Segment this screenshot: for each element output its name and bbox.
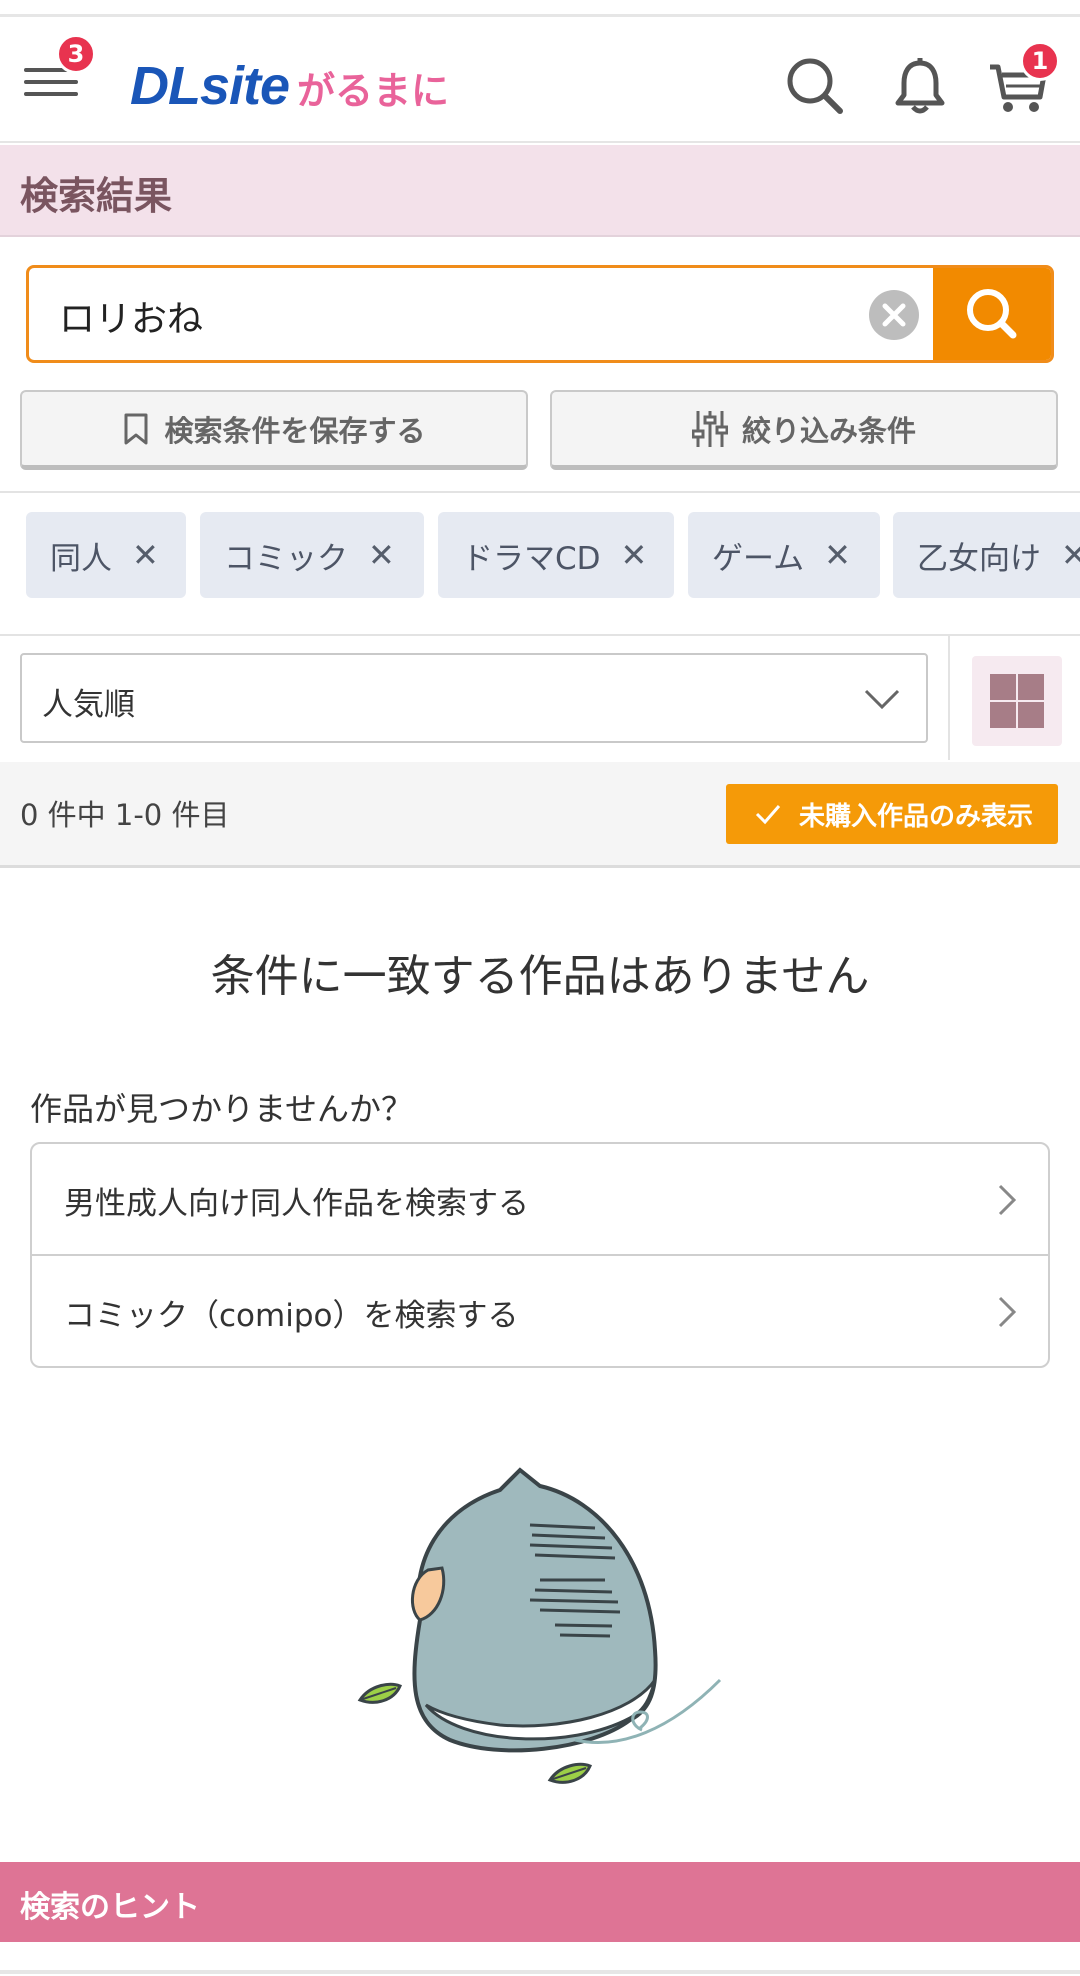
not-found-question: 作品が見つかりませんか？ — [30, 1090, 414, 1128]
page-title: 検索結果 — [20, 174, 173, 218]
check-icon — [755, 805, 781, 825]
site-logo[interactable]: DLsite がるまに — [130, 55, 450, 116]
refine-button[interactable]: 絞り込み条件 — [550, 390, 1058, 470]
chip-label: ドラマCD — [462, 540, 601, 577]
remove-chip-icon[interactable]: ✕ — [132, 536, 159, 574]
bell-icon[interactable] — [888, 55, 952, 119]
refine-label: 絞り込み条件 — [741, 413, 916, 448]
suggest-link-comipo[interactable]: コミック（comipo）を検索する — [32, 1256, 1048, 1366]
remove-chip-icon[interactable]: ✕ — [368, 536, 395, 574]
suggest-link-label: コミック（comipo）を検索する — [64, 1298, 519, 1334]
filter-chip-otome[interactable]: 乙女向け ✕ — [893, 512, 1080, 598]
remove-chip-icon[interactable]: ✕ — [621, 536, 648, 574]
sort-select[interactable]: 人気順 — [20, 653, 928, 743]
menu-notification-badge: 3 — [56, 34, 96, 74]
sort-selected-value: 人気順 — [42, 687, 135, 723]
search-hint-header: 検索のヒント — [0, 1862, 1080, 1942]
unpurchased-only-label: 未購入作品のみ表示 — [798, 801, 1033, 832]
result-count: 0 件中 1-0 件目 — [20, 798, 230, 832]
close-icon — [882, 303, 906, 327]
search-icon — [967, 289, 1017, 339]
grid-view-button[interactable] — [972, 656, 1062, 746]
remove-chip-icon[interactable]: ✕ — [824, 536, 851, 574]
search-icon[interactable] — [784, 55, 848, 119]
save-search-label: 検索条件を保存する — [164, 413, 426, 448]
search-input[interactable]: ロリおね — [59, 290, 203, 342]
filter-chip-game[interactable]: ゲーム ✕ — [688, 512, 880, 598]
divider — [0, 634, 1080, 636]
bottom-divider — [0, 1970, 1080, 1974]
logo-sub-text: がるまに — [297, 69, 450, 113]
filter-chip-comic[interactable]: コミック ✕ — [200, 512, 424, 598]
menu-button[interactable]: 3 — [24, 34, 96, 102]
search-hint-title: 検索のヒント — [20, 1890, 200, 1925]
search-field[interactable]: ロリおね — [26, 265, 1054, 363]
chip-label: ゲーム — [712, 540, 805, 577]
app-header: 3 DLsite がるまに 1 — [0, 17, 1080, 143]
page-title-bar: 検索結果 — [0, 145, 1080, 237]
owl-mascot-illustration — [357, 1467, 722, 1784]
filter-chip-drama-cd[interactable]: ドラマCD ✕ — [438, 512, 674, 598]
unpurchased-only-toggle[interactable]: 未購入作品のみ表示 — [726, 784, 1058, 844]
cart-icon[interactable]: 1 — [986, 41, 1060, 119]
chevron-down-icon — [864, 689, 900, 710]
active-filter-chips: 同人 ✕ コミック ✕ ドラマCD ✕ ゲーム ✕ 乙女向け ✕ — [0, 510, 1080, 602]
cart-count-badge: 1 — [1020, 41, 1060, 81]
suggest-link-label: 男性成人向け同人作品を検索する — [64, 1186, 529, 1222]
no-results-message: 条件に一致する作品はありません — [210, 951, 870, 1002]
chip-label: コミック — [224, 540, 348, 577]
remove-chip-icon[interactable]: ✕ — [1061, 536, 1080, 574]
logo-main-text: DLsite — [130, 56, 290, 116]
sliders-icon — [691, 410, 728, 447]
filter-chip-doujin[interactable]: 同人 ✕ — [26, 512, 186, 598]
result-count-bar: 0 件中 1-0 件目 未購入作品のみ表示 — [0, 762, 1080, 868]
bookmark-icon — [124, 413, 148, 444]
chevron-right-icon — [998, 1184, 1017, 1216]
suggested-search-links: 男性成人向け同人作品を検索する コミック（comipo）を検索する — [30, 1142, 1050, 1368]
view-toggle-area — [948, 636, 1080, 760]
search-submit-button[interactable] — [933, 268, 1051, 360]
chip-label: 乙女向け — [917, 540, 1041, 577]
clear-search-button[interactable] — [869, 290, 919, 340]
suggest-link-male-adult-doujin[interactable]: 男性成人向け同人作品を検索する — [32, 1144, 1048, 1256]
save-search-button[interactable]: 検索条件を保存する — [20, 390, 528, 470]
chip-label: 同人 — [50, 540, 112, 577]
divider — [0, 491, 1080, 493]
chevron-right-icon — [998, 1296, 1017, 1328]
